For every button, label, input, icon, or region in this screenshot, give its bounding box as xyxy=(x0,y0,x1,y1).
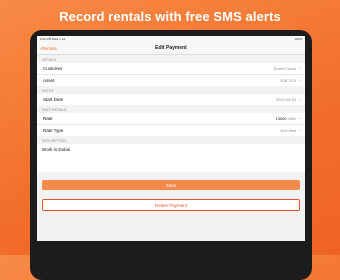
chevron-right-icon: › xyxy=(299,65,301,72)
back-button[interactable]: ‹ Rentals xyxy=(40,46,57,51)
chevron-right-icon: › xyxy=(299,115,301,122)
customer-row[interactable]: Customer Romel Davis › xyxy=(37,63,305,75)
rate-currency: AED xyxy=(288,116,297,121)
rate-value: 13000 xyxy=(275,116,287,121)
description-field[interactable]: Work in Dubai xyxy=(37,144,305,172)
status-battery: 100% xyxy=(294,37,302,41)
start-date-label: Start Date xyxy=(43,97,64,102)
asset-label: Asset xyxy=(43,78,55,83)
dates-group: Start Date 2020-06-09 › xyxy=(37,94,305,105)
chevron-right-icon: › xyxy=(299,127,301,134)
rate-type-label: Rate Type xyxy=(43,128,64,133)
customer-value: Romel Davis xyxy=(273,66,297,71)
start-date-value: 2020-06-09 xyxy=(275,97,297,102)
rate-group: Rate 13000 AED › Rate Type One time › xyxy=(37,113,305,136)
details-group: Customer Romel Davis › Asset JOB 3CX › xyxy=(37,63,305,86)
asset-value: JOB 3CX xyxy=(279,78,297,83)
promo-headline: Record rentals with free SMS alerts xyxy=(59,9,281,24)
section-header-description: DESCRIPTION xyxy=(42,139,66,143)
section-header-rate: RATE DETAILS xyxy=(42,108,67,112)
chevron-right-icon: › xyxy=(299,96,301,103)
rate-type-row[interactable]: Rate Type One time › xyxy=(37,125,305,136)
section-header-dates: DATES xyxy=(42,89,54,93)
customer-label: Customer xyxy=(43,66,63,71)
chevron-right-icon: › xyxy=(299,77,301,84)
asset-row[interactable]: Asset JOB 3CX › xyxy=(37,75,305,86)
rate-row[interactable]: Rate 13000 AED › xyxy=(37,113,305,125)
save-button[interactable]: Save xyxy=(42,180,300,190)
page-title: Edit Payment xyxy=(155,45,187,51)
back-label: Rentals xyxy=(41,45,57,51)
app-screen: 9:41 PM Wed 1 Jul 100% ‹ Rentals Edit Pa… xyxy=(37,36,305,241)
rate-label: Rate xyxy=(43,116,53,121)
rate-type-value: One time xyxy=(280,128,297,133)
delete-payment-button[interactable]: Delete Payment xyxy=(42,199,300,211)
status-time: 9:41 PM Wed 1 Jul xyxy=(40,37,66,41)
start-date-row[interactable]: Start Date 2020-06-09 › xyxy=(37,94,305,105)
section-header-details: DETAILS xyxy=(42,58,57,62)
navigation-bar: ‹ Rentals Edit Payment xyxy=(37,42,305,55)
